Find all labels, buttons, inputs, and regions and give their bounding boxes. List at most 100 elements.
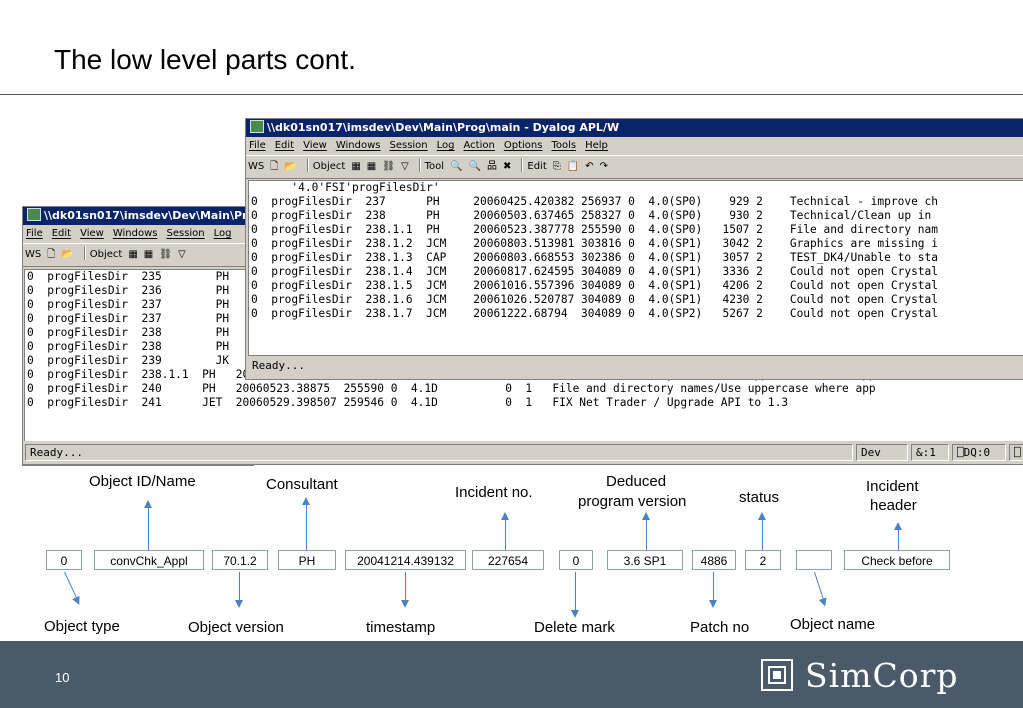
label-consultant: Consultant xyxy=(266,476,338,493)
field-delete-mark: 0 xyxy=(559,550,593,570)
status-thread: &:1 xyxy=(911,444,949,461)
back-window-titlebar[interactable]: \\dk01sn017\imsdev\Dev\Main\Pro xyxy=(23,207,253,225)
label-status: status xyxy=(739,489,780,506)
session-output-line: 0 progFilesDir 238.1.2 JCM 20060803.5139… xyxy=(251,237,939,250)
arrow-from-object-version xyxy=(235,572,243,608)
front-toolbar-button[interactable]: 🔍 xyxy=(469,161,481,172)
front-window-titlebar[interactable]: \\dk01sn017\imsdev\Dev\Main\Prog\main - … xyxy=(246,119,1023,137)
front-menu-session[interactable]: Session xyxy=(389,140,427,151)
field-consultant: PH xyxy=(278,550,336,570)
simcorp-logo: SimCorp xyxy=(761,655,958,695)
label-object-name: Object name xyxy=(790,616,876,633)
back-menu-view[interactable]: View xyxy=(80,228,104,239)
back-window-menubar: File Edit View Windows Session Log xyxy=(23,225,253,243)
toolbar-separator xyxy=(306,158,309,172)
back-toolbar-button[interactable]: ▽ xyxy=(178,249,186,260)
back-menu-edit[interactable]: Edit xyxy=(52,228,71,239)
label-incident-no: Incident no. xyxy=(455,484,533,501)
front-toolbar-button[interactable]: ▦ xyxy=(367,161,376,172)
back-toolbar-button[interactable]: 🗋 xyxy=(47,249,55,260)
back-toolbar-button[interactable]: ▦ xyxy=(128,249,137,260)
field-object-version: 70.1.2 xyxy=(212,550,268,570)
front-toolbar-button[interactable]: WS xyxy=(248,161,264,172)
front-toolbar-button[interactable]: Object xyxy=(313,161,346,172)
field-timestamp: 20041214.439132 xyxy=(345,550,466,570)
session-output-line: 0 progFilesDir 238.1.4 JCM 20060817.6245… xyxy=(251,265,939,278)
front-window-title: \\dk01sn017\imsdev\Dev\Main\Prog\main - … xyxy=(267,121,620,134)
session-output-line: 0 progFilesDir 238.1.3 CAP 20060803.6685… xyxy=(251,251,939,264)
front-toolbar-button[interactable]: ↶ xyxy=(585,161,593,172)
session-output-line: 0 progFilesDir 238.1.5 JCM 20061016.5573… xyxy=(251,279,939,292)
front-window-session[interactable]: '4.0'FSI'progFilesDir' 0 progFilesDir 237… xyxy=(248,180,1023,356)
back-toolbar-button[interactable]: ⛓ xyxy=(159,249,172,260)
front-menu-windows[interactable]: Windows xyxy=(336,140,381,151)
front-status-ready: Ready... xyxy=(252,359,305,372)
front-menu-file[interactable]: File xyxy=(249,140,266,151)
arrow-from-object-name xyxy=(814,571,825,601)
front-toolbar-button[interactable]: ⛓ xyxy=(382,161,395,172)
front-toolbar-button[interactable]: ✖ xyxy=(503,161,511,172)
front-menu-options[interactable]: Options xyxy=(504,140,543,151)
front-toolbar-button[interactable]: 🔍 xyxy=(450,161,462,172)
back-toolbar-button[interactable]: 📂 xyxy=(61,249,73,260)
back-toolbar-button[interactable]: WS xyxy=(25,249,41,260)
label-object-type: Object type xyxy=(44,618,120,635)
field-incident-no: 227654 xyxy=(472,550,544,570)
toolbar-separator xyxy=(418,158,421,172)
front-dyalog-window[interactable]: \\dk01sn017\imsdev\Dev\Main\Prog\main - … xyxy=(245,118,1023,380)
front-toolbar-button[interactable]: ▽ xyxy=(401,161,409,172)
back-window-toolbar: WS 🗋 📂 Object ▦ ▦ ⛓ ▽ xyxy=(23,243,253,267)
front-menu-help[interactable]: Help xyxy=(585,140,608,151)
label-incident-header-line2: header xyxy=(870,497,917,514)
simcorp-logo-icon xyxy=(761,659,793,691)
front-window-menubar: File Edit View Windows Session Log Action Optio… xyxy=(246,137,1023,155)
back-window-title: \\dk01sn017\imsdev\Dev\Main\Pro xyxy=(44,209,253,222)
slide-title: The low level parts cont. xyxy=(54,44,356,75)
front-toolbar-button[interactable]: 📂 xyxy=(284,161,296,172)
status-extra: ⎕ xyxy=(1009,444,1023,461)
label-patch-no: Patch no xyxy=(690,619,750,636)
back-window-statusbar: Ready... Dev &:1 ⎕DQ:0 ⎕ xyxy=(25,443,1023,461)
back-menu-file[interactable]: File xyxy=(26,228,43,239)
label-object-version: Object version xyxy=(188,619,284,636)
front-toolbar-button[interactable]: 品 xyxy=(487,161,497,172)
field-object-type: 0 xyxy=(46,550,82,570)
session-output-line: 0 progFilesDir 240 PH 20060523.38875 255… xyxy=(27,382,876,395)
label-deduced-line2: program version xyxy=(578,493,687,510)
session-output-line: 0 progFilesDir 238.1.6 JCM 20061026.5207… xyxy=(251,293,939,306)
front-menu-action[interactable]: Action xyxy=(464,140,495,151)
back-toolbar-button[interactable]: Object xyxy=(90,249,123,260)
back-menu-session[interactable]: Session xyxy=(166,228,204,239)
field-incident-header: Check before xyxy=(844,550,950,570)
front-toolbar-button[interactable]: ▦ xyxy=(351,161,360,172)
session-output-line: 0 progFilesDir 241 JET 20060529.398507 2… xyxy=(27,396,789,409)
status-ready: Ready... xyxy=(25,444,853,461)
field-program-version: 3.6 SP1 xyxy=(607,550,683,570)
front-toolbar-button[interactable]: 🗋 xyxy=(270,161,278,172)
front-menu-log[interactable]: Log xyxy=(437,140,455,151)
front-toolbar-button[interactable]: Tool xyxy=(425,161,444,172)
session-output-line: 0 progFilesDir 238.1.1 PH 20060523.38777… xyxy=(251,223,939,236)
session-command-line: '4.0'FSI'progFilesDir' xyxy=(251,181,440,194)
front-toolbar-button[interactable]: ⎘ xyxy=(553,161,561,172)
front-toolbar-button[interactable]: 📋 xyxy=(567,161,579,172)
arrow-from-object-type xyxy=(64,571,78,600)
slide-footer: 10 SimCorp xyxy=(0,641,1023,708)
back-toolbar-button[interactable]: ▦ xyxy=(144,249,153,260)
arrow-to-object-id xyxy=(144,500,152,550)
session-output-line: 0 progFilesDir 238.1.7 JCM 20061222.6879… xyxy=(251,307,939,320)
front-menu-tools[interactable]: Tools xyxy=(551,140,576,151)
back-menu-windows[interactable]: Windows xyxy=(113,228,158,239)
front-toolbar-button[interactable]: Edit xyxy=(527,161,546,172)
label-timestamp: timestamp xyxy=(366,619,436,636)
back-menu-log[interactable]: Log xyxy=(214,228,232,239)
status-workspace: Dev xyxy=(856,444,908,461)
field-object-name-empty xyxy=(796,550,832,570)
title-divider xyxy=(0,94,1023,95)
arrow-from-timestamp xyxy=(401,572,409,608)
front-menu-edit[interactable]: Edit xyxy=(275,140,294,151)
front-toolbar-button[interactable]: ↷ xyxy=(600,161,608,172)
front-menu-view[interactable]: View xyxy=(303,140,327,151)
arrow-to-incident-header xyxy=(894,522,902,550)
front-window-toolbar: WS 🗋 📂 Object ▦ ▦ ⛓ ▽ Tool 🔍 🔍 品 ✖ Edit ⎘ 📋 ↶ ↷ xyxy=(246,155,1023,179)
